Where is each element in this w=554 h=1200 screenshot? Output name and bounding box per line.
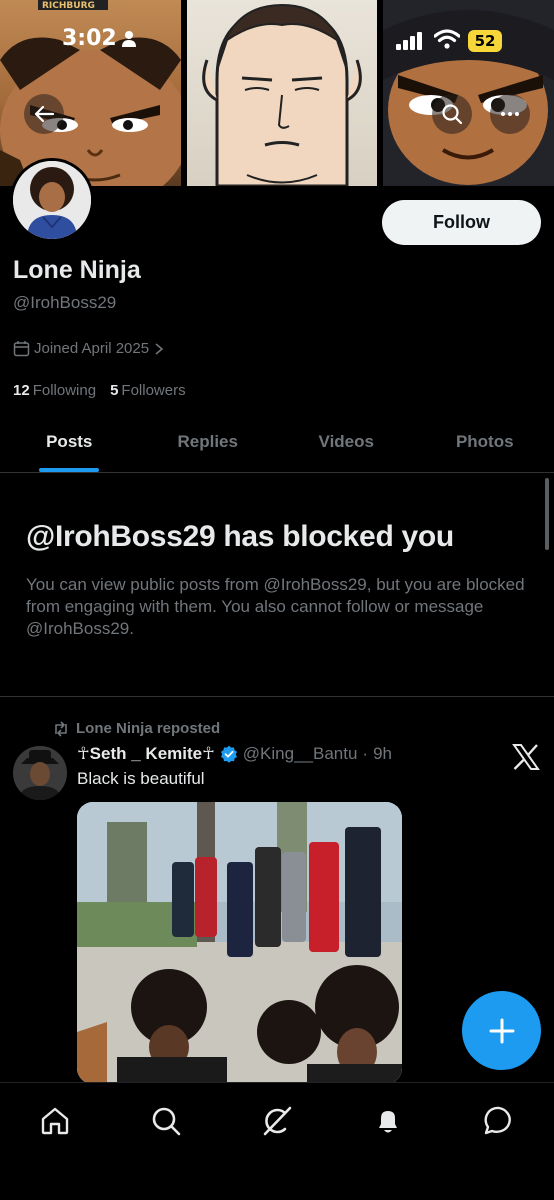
section-divider: [0, 696, 554, 697]
banner-art-riley: [383, 0, 554, 186]
signal-icon: [396, 32, 422, 50]
search-icon: [152, 1107, 181, 1136]
nav-messages[interactable]: [481, 1103, 517, 1139]
back-arrow-icon: [34, 105, 55, 123]
search-icon: [442, 104, 463, 125]
follow-stats: 12 Following 5 Followers: [13, 382, 186, 399]
nav-home[interactable]: [37, 1103, 73, 1139]
messages-icon: [484, 1106, 511, 1135]
joined-text: Joined April 2025: [34, 340, 150, 357]
scrollbar[interactable]: [545, 478, 549, 550]
following-count: 12: [13, 382, 30, 399]
grok-icon: [263, 1106, 292, 1136]
chevron-right-icon: [155, 342, 164, 355]
bell-icon: [378, 1111, 397, 1133]
profile-tabs: Posts Replies Videos Photos: [0, 420, 554, 473]
wifi-icon: [434, 29, 460, 49]
banner-art-man: [202, 3, 362, 186]
post-author-name: ☥Seth _ Kemite☥: [77, 744, 215, 763]
post-author-avatar[interactable]: [13, 746, 67, 800]
nav-search[interactable]: [148, 1103, 184, 1139]
joined-date[interactable]: Joined April 2025: [13, 340, 165, 357]
post-text: Black is beautiful: [77, 769, 205, 788]
post-author-handle: @King__Bantu: [242, 744, 358, 763]
search-button[interactable]: [432, 94, 472, 134]
more-button[interactable]: [490, 94, 530, 134]
blocked-message: You can view public posts from @IrohBoss…: [26, 575, 525, 638]
avatar-image: [13, 161, 91, 239]
profile-handle: @IrohBoss29: [13, 293, 117, 312]
status-time: 3:02: [62, 26, 117, 51]
verified-icon: [220, 745, 237, 763]
repost-icon: [55, 720, 67, 737]
blocked-title: @IrohBoss29 has blocked you: [26, 520, 454, 553]
follow-button[interactable]: Follow: [382, 200, 541, 245]
compose-button[interactable]: [462, 991, 541, 1070]
profile-name: Lone Ninja: [13, 256, 141, 284]
nav-grok[interactable]: [259, 1103, 295, 1139]
x-logo-icon[interactable]: [512, 744, 540, 770]
post-separator: ·: [362, 744, 369, 763]
banner-panel-man: [187, 0, 377, 186]
post-author-line[interactable]: ☥Seth _ Kemite☥ @King__Bantu · 9h: [77, 744, 392, 764]
post-media-video[interactable]: [77, 802, 402, 1084]
tab-replies[interactable]: Replies: [139, 420, 278, 472]
post-media-image: [77, 802, 402, 1084]
followers-label: Followers: [121, 382, 186, 399]
repost-label: Lone Ninja reposted: [76, 720, 221, 737]
bottom-navigation: [0, 1082, 554, 1200]
plus-icon: [489, 1018, 514, 1043]
tab-posts[interactable]: Posts: [0, 420, 139, 472]
more-icon: [501, 112, 519, 116]
following-link[interactable]: 12 Following: [13, 382, 96, 399]
banner-panel-riley: [383, 0, 554, 186]
banner-logo-text: RICHBURG: [42, 1, 95, 11]
focus-person-icon: [122, 31, 136, 47]
home-icon: [42, 1107, 69, 1135]
tab-videos[interactable]: Videos: [277, 420, 416, 472]
battery-indicator: 52: [468, 30, 502, 52]
back-button[interactable]: [24, 94, 64, 134]
following-label: Following: [32, 382, 97, 399]
calendar-icon: [13, 341, 30, 357]
nav-notifications[interactable]: [370, 1103, 406, 1139]
followers-link[interactable]: 5 Followers: [110, 382, 186, 399]
profile-avatar[interactable]: [10, 158, 94, 242]
tab-photos[interactable]: Photos: [416, 420, 554, 472]
post-time: 9h: [373, 744, 393, 763]
repost-indicator[interactable]: Lone Ninja reposted: [52, 720, 220, 737]
followers-count: 5: [110, 382, 119, 399]
